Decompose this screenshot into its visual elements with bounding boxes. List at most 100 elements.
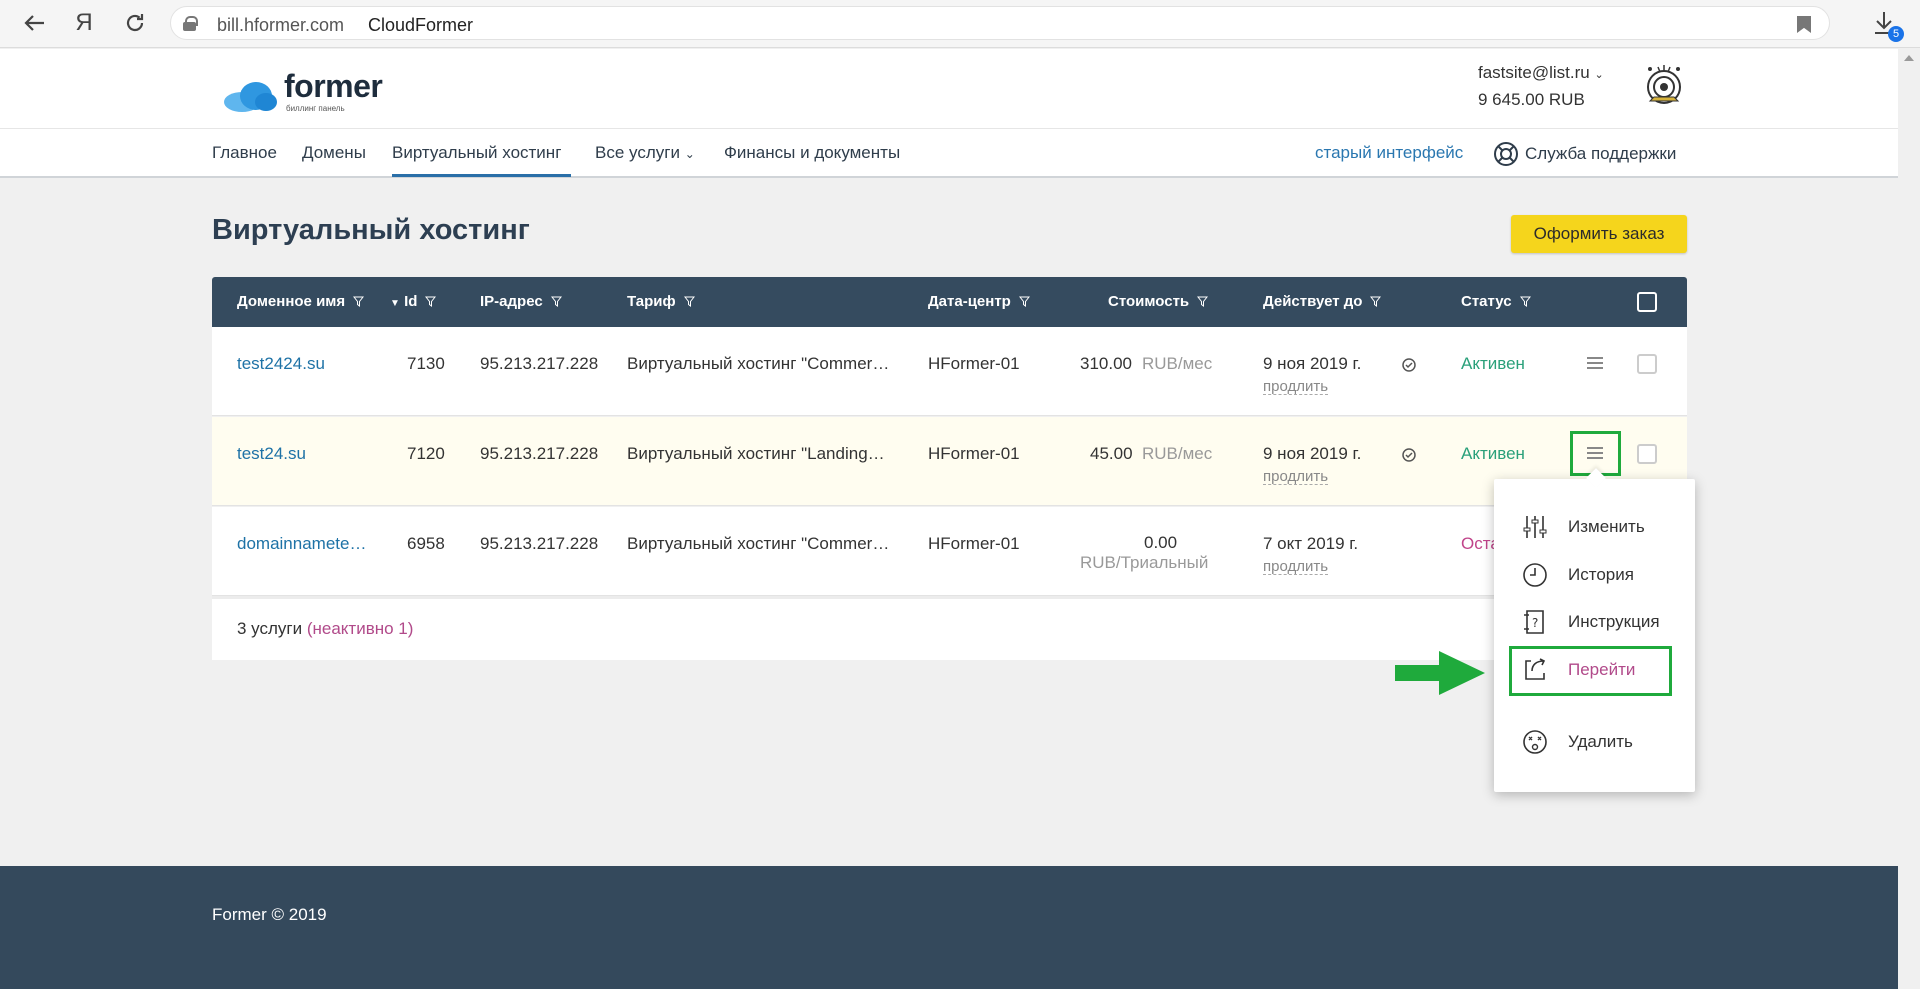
nav-item-finance[interactable]: Финансы и документы <box>724 143 900 163</box>
filter-icon[interactable] <box>683 296 695 307</box>
inactive-count-link[interactable]: (неактивно 1) <box>307 619 414 638</box>
cloud-logo-icon <box>224 82 277 112</box>
address-bar[interactable]: bill.hformer.com CloudFormer <box>170 6 1830 40</box>
row-checkbox[interactable] <box>1637 444 1657 464</box>
chevron-down-icon: ⌄ <box>684 147 695 161</box>
domain-link[interactable]: test2424.su <box>237 354 325 374</box>
menu-item-instructions[interactable]: ? Инструкция <box>1522 607 1660 637</box>
nav-item-main[interactable]: Главное <box>212 143 277 163</box>
price-unit: RUB/мес <box>1142 354 1213 373</box>
main-nav: Главное Домены Виртуальный хостинг Все у… <box>0 128 1898 178</box>
service-id: 6958 <box>407 534 445 553</box>
row-menu-icon[interactable] <box>1587 357 1603 371</box>
logo[interactable]: former биллинг панель <box>222 64 392 114</box>
column-header-ip[interactable]: IP-адрес <box>480 293 562 310</box>
datacenter: HFormer-01 <box>928 354 1020 373</box>
auto-renew-icon[interactable] <box>1401 447 1417 463</box>
browser-toolbar: Я bill.hformer.com CloudFormer 5 <box>0 0 1920 48</box>
domain-link[interactable]: test24.su <box>237 444 306 464</box>
service-id: 7130 <box>407 354 445 373</box>
page-title: Виртуальный хостинг <box>212 214 530 246</box>
row-checkbox[interactable] <box>1637 354 1657 374</box>
table-row: test24.su 7120 95.213.217.228 Виртуальны… <box>212 417 1687 506</box>
ip-address: 95.213.217.228 <box>480 354 599 373</box>
nav-item-all-services[interactable]: Все услуги ⌄ <box>595 143 695 163</box>
support-link[interactable]: Служба поддержки <box>1493 141 1676 167</box>
filter-icon[interactable] <box>1519 296 1531 307</box>
svg-text:?: ? <box>1532 616 1538 630</box>
active-nav-underline <box>392 174 571 177</box>
account-balance: 9 645.00 RUB <box>1478 90 1585 109</box>
filter-icon[interactable] <box>1370 296 1382 307</box>
nav-item-domains[interactable]: Домены <box>302 143 366 163</box>
filter-icon[interactable] <box>550 296 562 307</box>
bookmark-icon[interactable] <box>1797 16 1811 33</box>
column-header-valid-until[interactable]: Действует до <box>1263 293 1382 310</box>
sort-down-icon: ▼ <box>390 298 400 309</box>
price-value: 310.00 <box>1080 354 1132 373</box>
ip-address: 95.213.217.228 <box>480 534 599 553</box>
row-actions-menu: Изменить История ? Инструкция Перейти Уд… <box>1494 479 1695 792</box>
column-header-status[interactable]: Статус <box>1461 293 1531 310</box>
column-header-tariff[interactable]: Тариф <box>627 293 695 310</box>
downloads-icon[interactable]: 5 <box>1872 10 1904 42</box>
services-count: 3 услуги (неактивно 1) <box>237 619 414 638</box>
avatar[interactable] <box>1640 61 1688 109</box>
datacenter: HFormer-01 <box>928 444 1020 463</box>
yandex-icon[interactable]: Я <box>67 8 101 38</box>
column-header-domain[interactable]: Доменное имя <box>237 293 365 310</box>
logo-tagline: биллинг панель <box>286 104 345 113</box>
status-badge: Активен <box>1461 444 1525 463</box>
scrollbar[interactable] <box>1898 49 1920 989</box>
filter-icon[interactable] <box>1197 296 1209 307</box>
service-id: 7120 <box>407 444 445 463</box>
filter-icon[interactable] <box>353 296 365 307</box>
filter-icon[interactable] <box>1018 296 1030 307</box>
renew-link[interactable]: продлить <box>1263 379 1329 395</box>
account-email[interactable]: fastsite@list.ru ⌄ <box>1478 63 1604 83</box>
column-header-price[interactable]: Стоимость <box>1108 293 1209 310</box>
menu-item-history[interactable]: История <box>1522 560 1634 590</box>
page-title-text: CloudFormer <box>368 15 474 35</box>
clock-icon <box>1523 563 1547 587</box>
filter-icon[interactable] <box>425 296 437 307</box>
sliders-icon <box>1523 516 1547 538</box>
dead-face-icon <box>1523 730 1547 754</box>
menu-item-edit[interactable]: Изменить <box>1522 512 1645 542</box>
column-header-id[interactable]: ▼ Id <box>390 293 437 310</box>
price-value: 0.00 <box>1144 533 1178 552</box>
menu-item-delete[interactable]: Удалить <box>1522 727 1633 757</box>
select-all-checkbox[interactable] <box>1637 292 1657 312</box>
datacenter: HFormer-01 <box>928 534 1020 553</box>
valid-until-date: 7 окт 2019 г. <box>1263 534 1359 553</box>
tariff-name: Виртуальный хостинг "Commer… <box>627 354 890 373</box>
scroll-up-icon[interactable] <box>1904 55 1914 61</box>
column-header-datacenter[interactable]: Дата-центр <box>928 293 1030 310</box>
green-arrow-pointer <box>1395 651 1485 695</box>
document-question-icon: ? <box>1524 610 1544 634</box>
site-footer: Former © 2019 <box>0 866 1898 989</box>
valid-until-date: 9 ноя 2019 г. <box>1263 444 1362 463</box>
account-menu[interactable]: fastsite@list.ru ⌄ 9 645.00 RUB <box>1478 63 1604 110</box>
status-badge: Активен <box>1461 354 1525 373</box>
order-button[interactable]: Оформить заказ <box>1511 215 1687 253</box>
valid-until-date: 9 ноя 2019 г. <box>1263 354 1362 373</box>
table-row: test2424.su 7130 95.213.217.228 Виртуаль… <box>212 327 1687 416</box>
url-text: bill.hformer.com <box>217 15 345 35</box>
old-interface-link[interactable]: старый интерфейс <box>1315 143 1463 163</box>
reload-icon[interactable] <box>118 8 152 38</box>
chevron-down-icon: ⌄ <box>1594 69 1604 81</box>
lock-icon <box>183 16 198 31</box>
renew-link[interactable]: продлить <box>1263 469 1329 485</box>
tariff-name: Виртуальный хостинг "Landing… <box>627 444 885 463</box>
copyright: Former © 2019 <box>212 905 327 924</box>
back-arrow-icon[interactable] <box>18 8 52 38</box>
lifebuoy-icon <box>1494 142 1518 166</box>
auto-renew-icon[interactable] <box>1401 357 1417 373</box>
nav-item-hosting[interactable]: Виртуальный хостинг <box>392 143 561 163</box>
domain-link[interactable]: domainnamete… <box>237 534 366 554</box>
tariff-name: Виртуальный хостинг "Commer… <box>627 534 890 553</box>
renew-link[interactable]: продлить <box>1263 559 1329 575</box>
site-header: former биллинг панель fastsite@list.ru ⌄… <box>0 49 1898 128</box>
table-header: Доменное имя ▼ Id IP-адрес Тариф Дата-це… <box>212 277 1687 327</box>
